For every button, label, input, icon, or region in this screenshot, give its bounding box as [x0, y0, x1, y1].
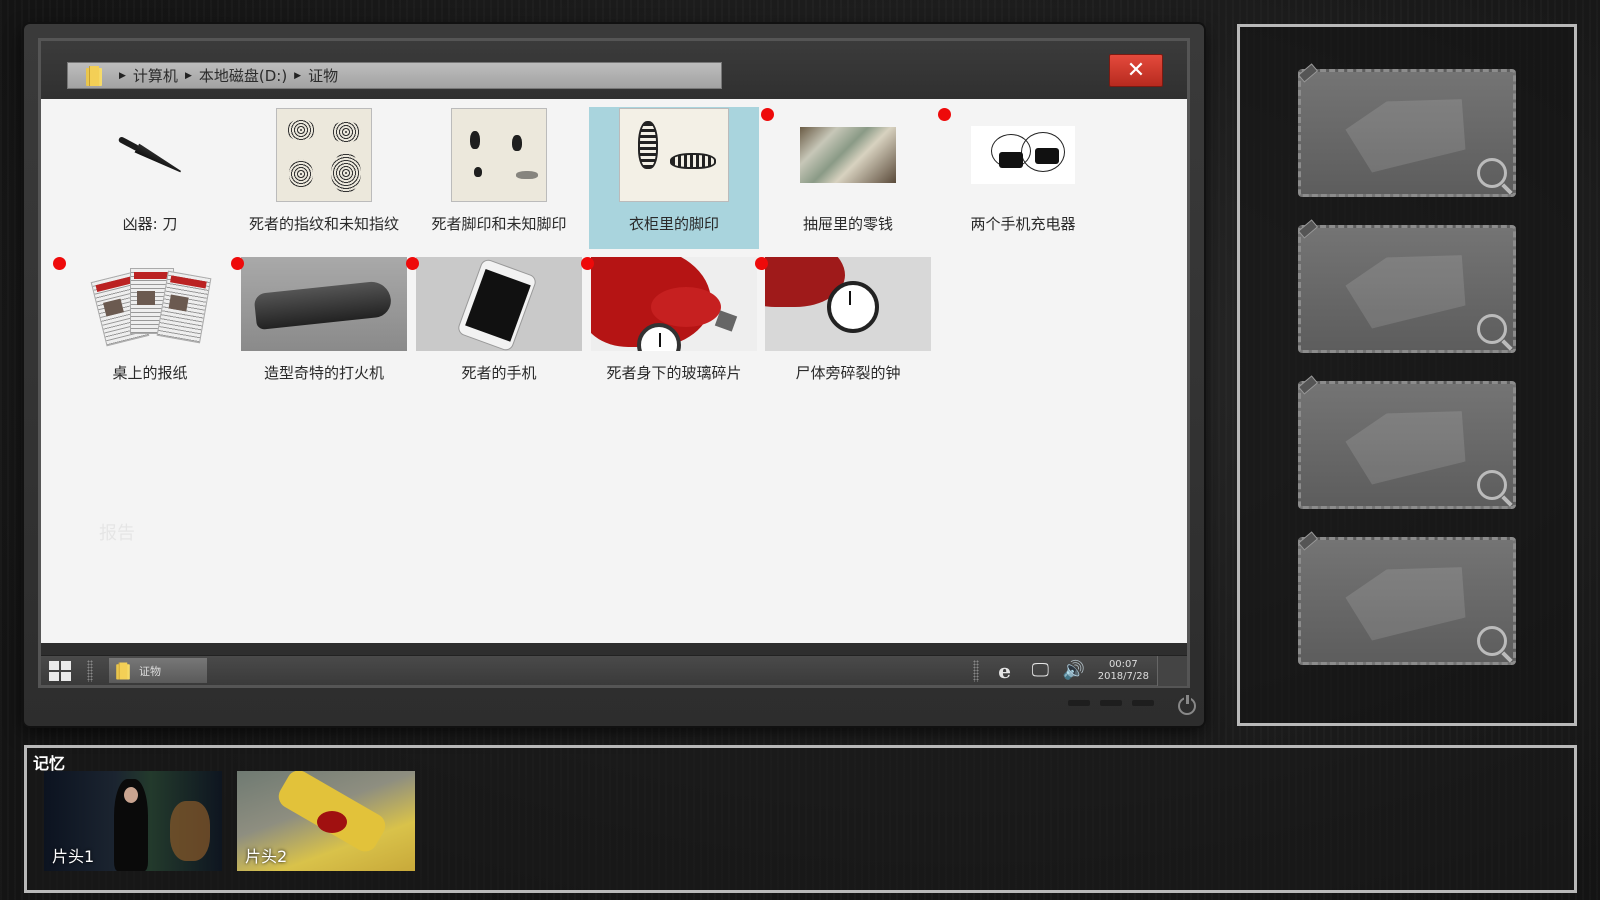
chevron-right-icon: ▶: [184, 70, 192, 81]
file-label: 桌上的报纸: [112, 364, 188, 382]
file-label: 衣柜里的脚印: [628, 215, 719, 233]
new-item-dot: [761, 108, 774, 121]
pin-icon: [1297, 63, 1319, 83]
monitor-button: [1132, 700, 1154, 706]
memory-clip-label: 片头1: [52, 847, 95, 866]
taskbar-grip: [973, 660, 979, 682]
footprint-thumbnail: [414, 107, 584, 203]
file-chargers[interactable]: 两个手机充电器: [938, 107, 1108, 249]
placeholder-paper-icon: [1341, 235, 1477, 339]
monitor-button: [1068, 700, 1090, 706]
file-label: 死者脚印和未知脚印: [431, 215, 567, 233]
address-bar[interactable]: ▶ 计算机 ▶ 本地磁盘(D:) ▶ 证物: [67, 62, 722, 89]
magnifier-icon[interactable]: [1477, 158, 1507, 188]
taskbar-clock[interactable]: 00:07 2018/7/28: [1098, 659, 1149, 683]
taskbar: 证物 e 🖵 🔊 00:07 2018/7/28: [41, 655, 1187, 686]
newspaper-thumbnail: [65, 256, 235, 352]
chevron-right-icon: ▶: [119, 70, 126, 81]
clock-time: 00:07: [1108, 659, 1138, 670]
file-label: 两个手机充电器: [970, 215, 1076, 233]
file-explorer-window: ▶ 计算机 ▶ 本地磁盘(D:) ▶ 证物 ✕ 报告 凶器: 刀 死者的指纹和未…: [38, 38, 1190, 688]
pin-icon: [1297, 375, 1319, 395]
file-knife[interactable]: 凶器: 刀: [65, 107, 235, 249]
memory-clip-1[interactable]: 片头1: [44, 771, 222, 871]
clock-thumbnail: [763, 256, 933, 352]
new-item-dot: [231, 257, 244, 270]
file-label: 抽屉里的零钱: [802, 215, 893, 233]
taskbar-item-evidence[interactable]: 证物: [109, 658, 207, 683]
evidence-slot[interactable]: [1297, 63, 1516, 197]
magnifier-icon[interactable]: [1477, 314, 1507, 344]
file-newspaper[interactable]: 桌上的报纸: [65, 256, 235, 398]
evidence-slot[interactable]: [1297, 219, 1516, 353]
file-drawer-money[interactable]: 抽屉里的零钱: [763, 107, 933, 249]
new-item-dot: [581, 257, 594, 270]
ghost-desktop-label: 报告: [99, 523, 135, 544]
file-list: 报告 凶器: 刀 死者的指纹和未知指纹 死者脚印和未知脚印 衣柜里的脚印 抽屉里…: [41, 99, 1187, 643]
monitor-button: [1100, 700, 1122, 706]
file-wardrobe-footprints[interactable]: 衣柜里的脚印: [589, 107, 759, 249]
fingerprint-thumbnail: [239, 107, 409, 203]
file-label: 尸体旁碎裂的钟: [795, 364, 901, 382]
folder-icon: [86, 65, 102, 86]
file-victim-phone[interactable]: 死者的手机: [414, 256, 584, 398]
evidence-slot-panel: [1237, 24, 1577, 726]
taskbar-item-label: 证物: [139, 664, 161, 678]
file-broken-clock[interactable]: 尸体旁碎裂的钟: [763, 256, 933, 398]
new-item-dot: [938, 108, 951, 121]
file-glass-shards[interactable]: 死者身下的玻璃碎片: [589, 256, 759, 398]
ie-icon[interactable]: e: [998, 660, 1011, 682]
charger-thumbnail: [938, 107, 1108, 203]
file-label: 凶器: 刀: [122, 215, 178, 233]
phone-thumbnail: [414, 256, 584, 353]
monitor: ▶ 计算机 ▶ 本地磁盘(D:) ▶ 证物 ✕ 报告 凶器: 刀 死者的指纹和未…: [24, 24, 1204, 726]
shoeprint-thumbnail: [589, 107, 759, 203]
magnifier-icon[interactable]: [1477, 626, 1507, 656]
placeholder-paper-icon: [1341, 391, 1477, 495]
lighter-thumbnail: [239, 256, 409, 352]
blood-glass-thumbnail: [589, 256, 759, 352]
evidence-slot[interactable]: [1297, 531, 1516, 665]
folder-icon: [116, 662, 130, 679]
breadcrumb-computer[interactable]: 计算机: [133, 65, 178, 86]
file-label: 死者的手机: [461, 364, 537, 382]
memory-clip-2[interactable]: 片头2: [237, 771, 415, 871]
knife-thumbnail: [65, 107, 235, 203]
memory-panel: 记忆 片头1 片头2: [24, 745, 1577, 893]
placeholder-paper-icon: [1341, 547, 1477, 651]
close-button[interactable]: ✕: [1109, 54, 1163, 87]
magnifier-icon[interactable]: [1477, 470, 1507, 500]
file-label: 死者的指纹和未知指纹: [248, 215, 399, 233]
file-label: 死者身下的玻璃碎片: [606, 364, 742, 382]
clock-date: 2018/7/28: [1097, 671, 1149, 682]
show-desktop-button[interactable]: [1157, 656, 1187, 686]
volume-icon[interactable]: 🔊: [1063, 660, 1085, 682]
file-lighter[interactable]: 造型奇特的打火机: [239, 256, 409, 398]
chevron-right-icon: ▶: [294, 70, 302, 81]
evidence-slot[interactable]: [1297, 375, 1516, 509]
taskbar-grip: [87, 660, 93, 682]
breadcrumb-drive-d[interactable]: 本地磁盘(D:): [199, 65, 287, 86]
power-icon[interactable]: [1178, 695, 1196, 715]
pin-icon: [1297, 219, 1319, 239]
file-label: 造型奇特的打火机: [263, 364, 384, 382]
network-icon[interactable]: 🖵: [1032, 660, 1049, 682]
breadcrumb-evidence[interactable]: 证物: [308, 65, 338, 86]
windows-start-icon[interactable]: [49, 661, 71, 681]
new-item-dot: [53, 257, 66, 270]
new-item-dot: [755, 257, 768, 270]
money-thumbnail: [763, 107, 933, 203]
window-titlebar: ▶ 计算机 ▶ 本地磁盘(D:) ▶ 证物 ✕: [41, 41, 1187, 99]
new-item-dot: [406, 257, 419, 270]
memory-clip-label: 片头2: [245, 847, 288, 866]
file-footprints[interactable]: 死者脚印和未知脚印: [414, 107, 584, 249]
pin-icon: [1297, 531, 1319, 551]
file-fingerprints[interactable]: 死者的指纹和未知指纹: [239, 107, 409, 249]
placeholder-paper-icon: [1341, 79, 1477, 183]
